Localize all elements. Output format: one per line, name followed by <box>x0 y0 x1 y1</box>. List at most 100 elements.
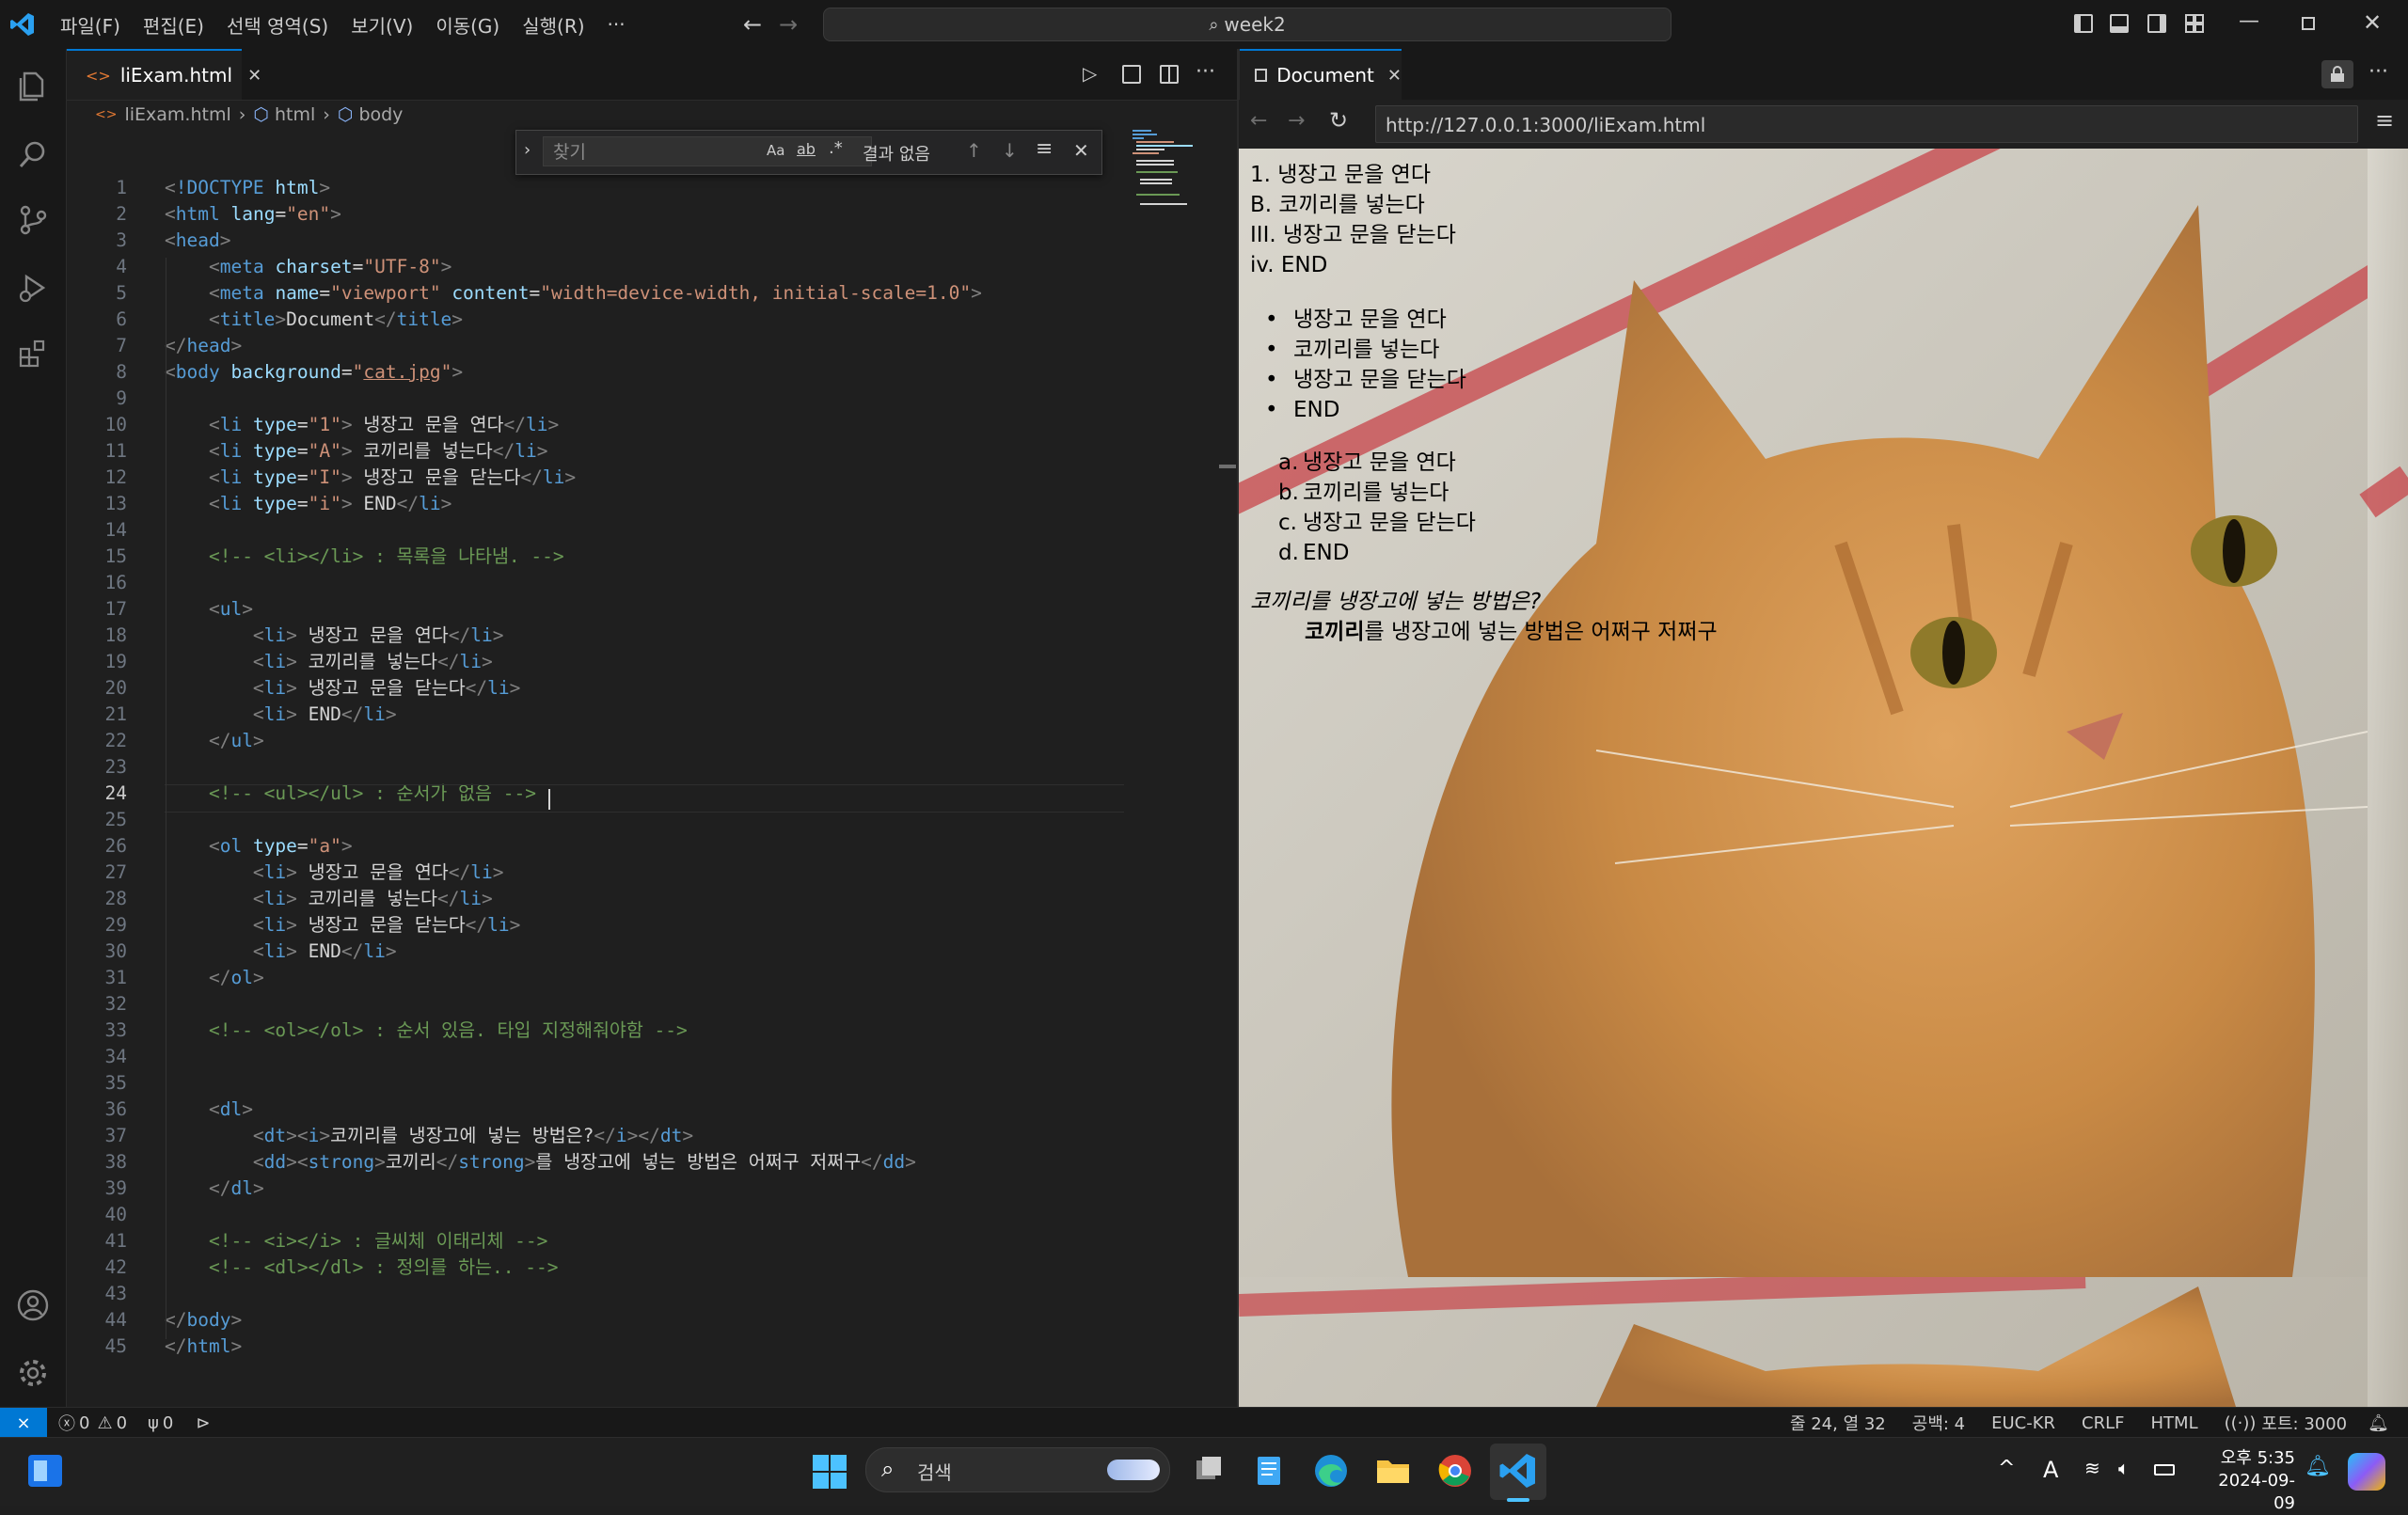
indentation[interactable]: 공백: 4 <box>1912 1411 1965 1435</box>
toggle-secondary-sidebar-icon[interactable] <box>2147 14 2166 33</box>
code-line[interactable]: 4 <meta charset="UTF-8"> <box>67 254 1214 280</box>
problems-indicator[interactable]: ⓧ 0 ⚠ 0 ψ0 ⊳ <box>58 1408 210 1438</box>
code-line[interactable]: 27 <li> 냉장고 문을 연다</li> <box>67 860 1214 886</box>
input-method[interactable]: A <box>2043 1457 2058 1483</box>
previous-match-icon[interactable]: ↑ <box>966 139 982 162</box>
chrome-icon[interactable] <box>1435 1451 1475 1491</box>
code-line[interactable]: 7 </head> <box>67 333 1214 359</box>
menu-more[interactable]: ··· <box>608 13 626 36</box>
code-line[interactable]: 6 <title>Document</title> <box>67 307 1214 333</box>
start-icon[interactable] <box>813 1455 847 1489</box>
encoding[interactable]: EUC-KR <box>1991 1413 2055 1433</box>
code-line[interactable]: 18 <li> 냉장고 문을 연다</li> <box>67 623 1214 649</box>
cursor-position[interactable]: 줄 24, 열 32 <box>1790 1411 1886 1435</box>
menu-view[interactable]: 보기(V) <box>351 11 413 39</box>
menu-selection[interactable]: 선택 영역(S) <box>227 11 328 39</box>
volume-muted-icon[interactable]: 🔈︎ <box>2118 1457 2130 1479</box>
taskbar-search[interactable]: ⌕ 검색 <box>865 1447 1170 1492</box>
code-line[interactable]: 38 <dd><strong>코끼리</strong>를 냉장고에 넣는 방법은… <box>67 1149 1214 1176</box>
code-line[interactable]: 21 <li> END</li> <box>67 702 1214 728</box>
widgets-icon[interactable] <box>28 1455 62 1487</box>
code-line[interactable]: 36 <dl> <box>67 1097 1214 1123</box>
toggle-replace-chevron-icon[interactable]: › <box>524 140 531 160</box>
code-line[interactable]: 33 <!-- <ol></ol> : 순서 있음. 타입 지정해줘야함 --> <box>67 1018 1214 1044</box>
code-line[interactable]: 30 <li> END</li> <box>67 939 1214 965</box>
toggle-panel-icon[interactable] <box>2110 14 2129 33</box>
explorer-icon[interactable] <box>14 68 52 105</box>
clock[interactable]: 오후 5:35 2024-09-09 <box>2197 1447 2295 1515</box>
run-icon[interactable]: ▷ <box>1083 62 1097 85</box>
notifications-bell-icon[interactable]: 🔔︎ <box>2368 1413 2389 1433</box>
code-line[interactable]: 35 <box>67 1070 1214 1097</box>
menu-file[interactable]: 파일(F) <box>60 11 120 39</box>
search-icon[interactable] <box>14 135 52 173</box>
code-line[interactable]: 32 <box>67 991 1214 1018</box>
match-case-icon[interactable]: Aa <box>767 142 784 159</box>
code-line[interactable]: 14 <box>67 517 1214 544</box>
code-line[interactable]: 39 </dl> <box>67 1176 1214 1202</box>
vscode-taskbar-icon[interactable] <box>1498 1451 1538 1491</box>
code-line[interactable]: 43 <box>67 1281 1214 1307</box>
command-center-search[interactable]: ⌕ week2 <box>823 8 1671 41</box>
restore-icon[interactable] <box>2302 17 2315 30</box>
code-line[interactable]: 19 <li> 코끼리를 넣는다</li> <box>67 649 1214 675</box>
tab-document[interactable]: Document ✕ <box>1240 49 1402 100</box>
close-window-icon[interactable]: ✕ <box>2363 9 2382 36</box>
find-in-selection-icon[interactable]: ≡ <box>1036 137 1053 161</box>
code-line[interactable]: 28 <li> 코끼리를 넣는다</li> <box>67 886 1214 912</box>
code-line[interactable]: 26 <ol type="a"> <box>67 833 1214 860</box>
url-input[interactable]: http://127.0.0.1:3000/liExam.html <box>1375 105 2358 143</box>
close-tab-icon[interactable]: ✕ <box>1387 66 1402 86</box>
code-line[interactable]: 5 <meta name="viewport" content="width=d… <box>67 280 1214 307</box>
code-line[interactable]: 11 <li type="A"> 코끼리를 넣는다</li> <box>67 438 1214 465</box>
task-view-icon[interactable] <box>1189 1451 1228 1491</box>
code-line[interactable]: 45 </html> <box>67 1334 1214 1360</box>
code-line[interactable]: 23 <box>67 754 1214 781</box>
code-line[interactable]: 40 <box>67 1202 1214 1228</box>
minimap[interactable] <box>1129 128 1213 213</box>
code-line[interactable]: 34 <box>67 1044 1214 1070</box>
close-find-icon[interactable]: ✕ <box>1073 139 1089 162</box>
show-hidden-icons-icon[interactable]: ^ <box>1998 1457 2015 1480</box>
use-regex-icon[interactable]: .* <box>829 138 843 158</box>
forward-arrow-icon[interactable]: → <box>1288 109 1305 133</box>
match-whole-word-icon[interactable]: ab <box>797 140 816 158</box>
extensions-icon[interactable] <box>14 335 52 372</box>
notification-bell-icon[interactable]: 🔔︎ <box>2305 1455 2331 1478</box>
code-line[interactable]: 1 <!DOCTYPE html> <box>67 175 1214 201</box>
minimize-icon[interactable]: — <box>2239 9 2259 33</box>
code-line[interactable]: 10 <li type="1"> 냉장고 문을 연다</li> <box>67 412 1214 438</box>
code-line[interactable]: 29 <li> 냉장고 문을 닫는다</li> <box>67 912 1214 939</box>
source-control-icon[interactable] <box>14 201 52 239</box>
code-line[interactable]: 17 <ul> <box>67 596 1214 623</box>
breadcrumb-html[interactable]: html <box>275 104 315 125</box>
accounts-icon[interactable] <box>14 1286 52 1324</box>
preview-menu-icon[interactable]: ≡ <box>2375 107 2394 134</box>
customize-layout-icon[interactable] <box>2185 14 2204 33</box>
next-match-icon[interactable]: ↓ <box>1002 139 1018 162</box>
back-arrow-icon[interactable]: ← <box>743 11 762 38</box>
code-line[interactable]: 37 <dt><i>코끼리를 냉장고에 넣는 방법은?</i></dt> <box>67 1123 1214 1149</box>
menu-run[interactable]: 실행(R) <box>522 11 584 39</box>
back-arrow-icon[interactable]: ← <box>1250 109 1267 133</box>
run-and-debug-icon[interactable] <box>14 269 52 307</box>
code-line[interactable]: 44 </body> <box>67 1307 1214 1334</box>
code-line[interactable]: 3 <head> <box>67 228 1214 254</box>
editor-scrollbar-thumb[interactable] <box>1219 465 1236 468</box>
code-line[interactable]: 16 <box>67 570 1214 596</box>
code-line[interactable]: 13 <li type="i"> END</li> <box>67 491 1214 517</box>
copilot-icon[interactable] <box>2348 1453 2385 1491</box>
code-line[interactable]: 42 <!-- <dl></dl> : 정의를 하는.. --> <box>67 1255 1214 1281</box>
open-preview-icon[interactable] <box>1122 65 1141 84</box>
code-line[interactable]: 9 <box>67 386 1214 412</box>
more-actions-icon[interactable]: ··· <box>2368 60 2388 84</box>
code-line[interactable]: 15 <!-- <li></li> : 목록을 나타냄. --> <box>67 544 1214 570</box>
menu-go[interactable]: 이동(G) <box>436 11 499 39</box>
code-line[interactable]: 22 </ul> <box>67 728 1214 754</box>
breadcrumb-file[interactable]: liExam.html <box>124 104 230 125</box>
battery-icon[interactable] <box>2154 1464 2175 1476</box>
settings-gear-icon[interactable] <box>14 1354 52 1392</box>
code-line[interactable]: 8 <body background="cat.jpg"> <box>67 359 1214 386</box>
toggle-primary-sidebar-icon[interactable] <box>2074 14 2093 33</box>
live-server-port[interactable]: 포트: 3000 <box>2261 1411 2347 1435</box>
